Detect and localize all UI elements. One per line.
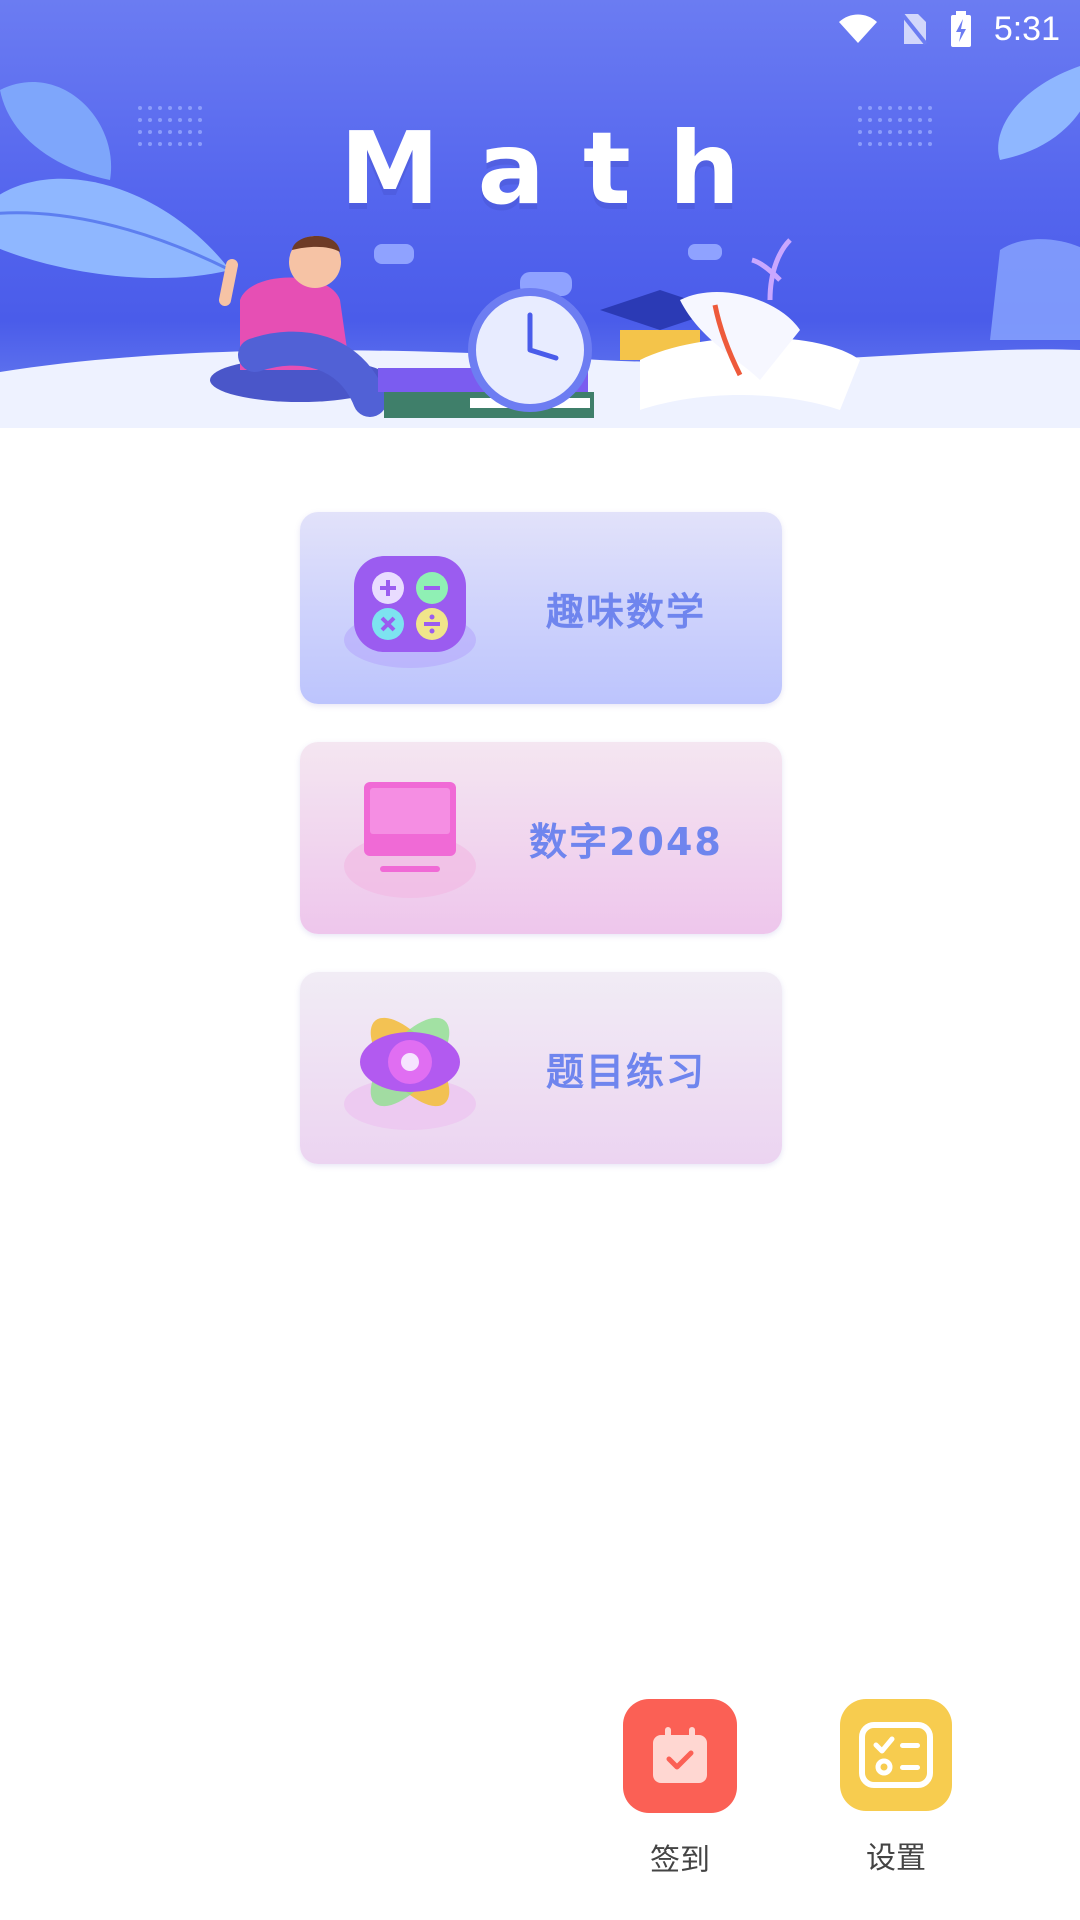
menu-card-2048[interactable]: 数字2048 — [300, 742, 782, 934]
no-sim-icon — [900, 12, 928, 46]
checkin-button[interactable]: 签到 — [622, 1699, 738, 1879]
calculator-icon — [344, 556, 476, 668]
menu-card-label: 趣味数学 — [545, 589, 706, 634]
checklist-icon — [840, 1699, 952, 1811]
menu-card-practice[interactable]: 题目练习 — [300, 972, 782, 1164]
status-time: 5:31 — [993, 9, 1060, 48]
menu-card-fun-math[interactable]: 趣味数学 — [300, 512, 782, 704]
banner-title: Math — [340, 110, 778, 227]
wifi-icon — [838, 14, 878, 44]
header-banner: 5:31 Math — [0, 0, 1080, 428]
settings-button[interactable]: 设置 — [838, 1699, 954, 1877]
menu-card-label: 数字2048 — [529, 819, 723, 864]
settings-label: 设置 — [866, 1841, 926, 1876]
monitor-icon — [344, 782, 476, 898]
status-bar: 5:31 — [0, 0, 1080, 58]
menu-card-label: 题目练习 — [545, 1049, 706, 1094]
atom-icon — [344, 1017, 476, 1130]
checkin-label: 签到 — [650, 1843, 710, 1878]
battery-charging-icon — [950, 11, 972, 47]
calendar-check-icon — [623, 1699, 737, 1813]
